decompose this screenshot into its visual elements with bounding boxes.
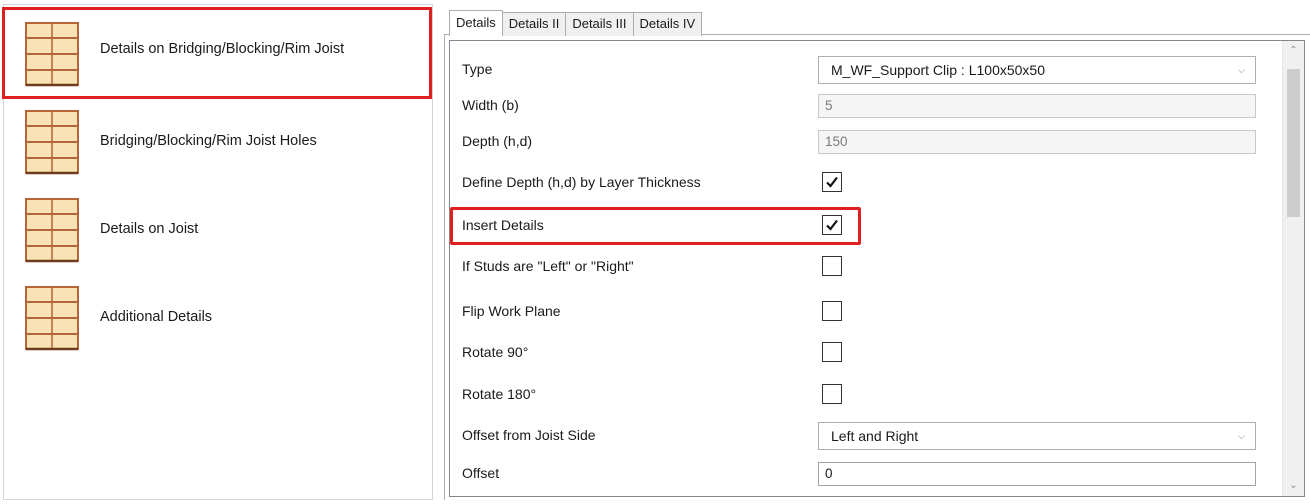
- define-depth-label: Define Depth (h,d) by Layer Thickness: [462, 174, 701, 190]
- chevron-down-icon: ⌵: [1238, 65, 1245, 75]
- depth-input[interactable]: 150: [818, 130, 1256, 154]
- list-item-details-bridging[interactable]: Details on Bridging/Blocking/Rim Joist: [2, 7, 432, 99]
- list-item-label: Additional Details: [100, 309, 213, 325]
- prop-row-offset-side: Offset from Joist Side Left and Right ⌵: [450, 417, 1280, 453]
- list-item-bridging-holes[interactable]: Bridging/Blocking/Rim Joist Holes: [4, 97, 430, 185]
- list-item-label: Bridging/Blocking/Rim Joist Holes: [100, 133, 317, 149]
- tab-strip: Details Details II Details III Details I…: [449, 10, 703, 36]
- tab-details-iv[interactable]: Details IV: [632, 12, 703, 36]
- joist-icon: [25, 110, 79, 175]
- width-input[interactable]: 5: [818, 94, 1256, 118]
- prop-row-define-depth: Define Depth (h,d) by Layer Thickness: [450, 164, 1280, 200]
- joist-icon: [25, 22, 79, 87]
- scroll-thumb[interactable]: [1287, 69, 1300, 217]
- scroll-up-icon[interactable]: ⌃: [1283, 41, 1304, 61]
- list-item-details-joist[interactable]: Details on Joist: [4, 185, 430, 273]
- rotate-180-label: Rotate 180°: [462, 386, 537, 402]
- list-item-label: Details on Bridging/Blocking/Rim Joist: [100, 41, 345, 57]
- chevron-down-icon: ⌵: [1238, 431, 1245, 441]
- prop-row-rotate-90: Rotate 90°: [450, 334, 1280, 370]
- rotate-90-label: Rotate 90°: [462, 344, 529, 360]
- prop-row-flip-work-plane: Flip Work Plane: [450, 293, 1280, 329]
- rotate-180-checkbox[interactable]: [822, 384, 842, 404]
- highlight-box: [450, 207, 861, 245]
- prop-row-type: Type M_WF_Support Clip : L100x50x50 ⌵: [450, 51, 1280, 87]
- type-label: Type: [462, 61, 493, 77]
- list-item-label: Details on Joist: [100, 221, 199, 237]
- prop-row-rotate-180: Rotate 180°: [450, 376, 1280, 412]
- prop-row-offset: Offset 0: [450, 455, 1280, 491]
- flip-work-plane-checkbox[interactable]: [822, 301, 842, 321]
- width-label: Width (b): [462, 97, 519, 113]
- depth-label: Depth (h,d): [462, 133, 533, 149]
- define-depth-checkbox[interactable]: [822, 172, 842, 192]
- scroll-down-icon[interactable]: ⌄: [1283, 476, 1304, 496]
- offset-label: Offset: [462, 465, 500, 481]
- offset-side-select[interactable]: Left and Right ⌵: [818, 422, 1256, 450]
- offset-input[interactable]: 0: [818, 462, 1256, 486]
- rotate-90-checkbox[interactable]: [822, 342, 842, 362]
- flip-work-plane-label: Flip Work Plane: [462, 303, 561, 319]
- offset-side-label: Offset from Joist Side: [462, 427, 596, 443]
- tab-details-ii[interactable]: Details II: [501, 12, 567, 36]
- joist-icon: [25, 286, 79, 351]
- property-grid: Type M_WF_Support Clip : L100x50x50 ⌵ Wi…: [449, 40, 1305, 497]
- joist-icon: [25, 198, 79, 263]
- vertical-scrollbar[interactable]: ⌃ ⌄: [1282, 41, 1304, 496]
- offset-side-value: Left and Right: [831, 428, 919, 444]
- studs-checkbox[interactable]: [822, 256, 842, 276]
- tab-details-iii[interactable]: Details III: [565, 12, 634, 36]
- prop-row-insert-details: Insert Details: [450, 207, 1280, 245]
- type-select[interactable]: M_WF_Support Clip : L100x50x50 ⌵: [818, 56, 1256, 84]
- studs-label: If Studs are "Left" or "Right": [462, 258, 634, 274]
- checkmark-icon: [826, 176, 838, 188]
- prop-row-depth: Depth (h,d) 150: [450, 123, 1280, 159]
- detail-category-list: Details on Bridging/Blocking/Rim Joist B…: [2, 4, 433, 500]
- prop-row-width: Width (b) 5: [450, 87, 1280, 123]
- prop-row-studs: If Studs are "Left" or "Right": [450, 248, 1280, 284]
- type-value: M_WF_Support Clip : L100x50x50: [831, 62, 1045, 78]
- list-item-additional-details[interactable]: Additional Details: [4, 273, 430, 361]
- tab-details[interactable]: Details: [449, 10, 503, 36]
